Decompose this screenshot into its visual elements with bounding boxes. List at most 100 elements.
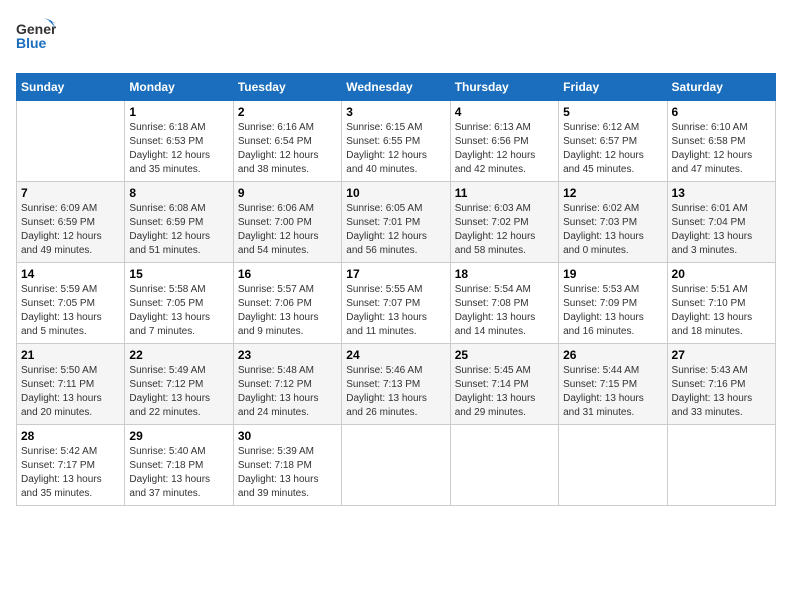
calendar-cell: 4 Sunrise: 6:13 AM Sunset: 6:56 PM Daylig… bbox=[450, 101, 558, 182]
header-day: Sunday bbox=[17, 74, 125, 101]
day-number: 24 bbox=[346, 348, 445, 362]
calendar-week-row: 1 Sunrise: 6:18 AM Sunset: 6:53 PM Daylig… bbox=[17, 101, 776, 182]
day-info: Sunrise: 6:10 AM Sunset: 6:58 PM Dayligh… bbox=[672, 121, 771, 177]
day-number: 28 bbox=[21, 429, 120, 443]
day-info: Sunrise: 6:02 AM Sunset: 7:03 PM Dayligh… bbox=[563, 202, 662, 258]
calendar-cell: 29 Sunrise: 5:40 AM Sunset: 7:18 PM Dayli… bbox=[125, 425, 233, 506]
day-number: 29 bbox=[129, 429, 228, 443]
day-number: 8 bbox=[129, 186, 228, 200]
calendar-cell bbox=[559, 425, 667, 506]
page-header: General Blue bbox=[16, 16, 776, 61]
calendar-cell: 5Sunrise: 6:12 AM Sunset: 6:57 PM Daylig… bbox=[559, 101, 667, 182]
calendar-cell: 22Sunrise: 5:49 AM Sunset: 7:12 PM Dayli… bbox=[125, 344, 233, 425]
day-info: Sunrise: 5:48 AM Sunset: 7:12 PM Dayligh… bbox=[238, 364, 337, 420]
day-number: 4 bbox=[455, 105, 554, 119]
calendar-cell: 11 Sunrise: 6:03 AM Sunset: 7:02 PM Dayli… bbox=[450, 182, 558, 263]
calendar-cell: 16 Sunrise: 5:57 AM Sunset: 7:06 PM Dayli… bbox=[233, 263, 341, 344]
calendar-cell: 3Sunrise: 6:15 AM Sunset: 6:55 PM Daylig… bbox=[342, 101, 450, 182]
day-info: Sunrise: 6:01 AM Sunset: 7:04 PM Dayligh… bbox=[672, 202, 771, 258]
day-number: 3 bbox=[346, 105, 445, 119]
day-number: 1 bbox=[129, 105, 228, 119]
day-info: Sunrise: 5:57 AM Sunset: 7:06 PM Dayligh… bbox=[238, 283, 337, 339]
day-info: Sunrise: 5:42 AM Sunset: 7:17 PM Dayligh… bbox=[21, 445, 120, 501]
day-number: 11 bbox=[455, 186, 554, 200]
calendar-cell: 17 Sunrise: 5:55 AM Sunset: 7:07 PM Dayli… bbox=[342, 263, 450, 344]
calendar-cell: 2Sunrise: 6:16 AM Sunset: 6:54 PM Daylig… bbox=[233, 101, 341, 182]
calendar-cell: 13 Sunrise: 6:01 AM Sunset: 7:04 PM Dayli… bbox=[667, 182, 775, 263]
day-info: Sunrise: 5:50 AM Sunset: 7:11 PM Dayligh… bbox=[21, 364, 120, 420]
day-info: Sunrise: 5:43 AM Sunset: 7:16 PM Dayligh… bbox=[672, 364, 771, 420]
calendar-cell: 14 Sunrise: 5:59 AM Sunset: 7:05 PM Dayli… bbox=[17, 263, 125, 344]
calendar-cell: 9Sunrise: 6:06 AM Sunset: 7:00 PM Daylig… bbox=[233, 182, 341, 263]
day-info: Sunrise: 5:58 AM Sunset: 7:05 PM Dayligh… bbox=[129, 283, 228, 339]
day-number: 14 bbox=[21, 267, 120, 281]
day-number: 15 bbox=[129, 267, 228, 281]
calendar-cell: 19 Sunrise: 5:53 AM Sunset: 7:09 PM Dayli… bbox=[559, 263, 667, 344]
header-day: Saturday bbox=[667, 74, 775, 101]
calendar-cell: 25 Sunrise: 5:45 AM Sunset: 7:14 PM Dayli… bbox=[450, 344, 558, 425]
svg-text:Blue: Blue bbox=[16, 35, 47, 51]
calendar-cell: 20Sunrise: 5:51 AM Sunset: 7:10 PM Dayli… bbox=[667, 263, 775, 344]
day-info: Sunrise: 6:18 AM Sunset: 6:53 PM Dayligh… bbox=[129, 121, 228, 177]
day-info: Sunrise: 5:45 AM Sunset: 7:14 PM Dayligh… bbox=[455, 364, 554, 420]
calendar-cell: 8 Sunrise: 6:08 AM Sunset: 6:59 PM Daylig… bbox=[125, 182, 233, 263]
day-info: Sunrise: 5:49 AM Sunset: 7:12 PM Dayligh… bbox=[129, 364, 228, 420]
calendar-cell: 7Sunrise: 6:09 AM Sunset: 6:59 PM Daylig… bbox=[17, 182, 125, 263]
calendar-cell: 1 Sunrise: 6:18 AM Sunset: 6:53 PM Daylig… bbox=[125, 101, 233, 182]
logo-icon: General Blue bbox=[16, 16, 56, 61]
day-number: 27 bbox=[672, 348, 771, 362]
calendar-cell: 12 Sunrise: 6:02 AM Sunset: 7:03 PM Dayli… bbox=[559, 182, 667, 263]
day-info: Sunrise: 5:44 AM Sunset: 7:15 PM Dayligh… bbox=[563, 364, 662, 420]
day-info: Sunrise: 5:54 AM Sunset: 7:08 PM Dayligh… bbox=[455, 283, 554, 339]
header-row: SundayMondayTuesdayWednesdayThursdayFrid… bbox=[17, 74, 776, 101]
header-day: Wednesday bbox=[342, 74, 450, 101]
day-info: Sunrise: 6:06 AM Sunset: 7:00 PM Dayligh… bbox=[238, 202, 337, 258]
day-number: 6 bbox=[672, 105, 771, 119]
day-info: Sunrise: 6:08 AM Sunset: 6:59 PM Dayligh… bbox=[129, 202, 228, 258]
day-info: Sunrise: 5:40 AM Sunset: 7:18 PM Dayligh… bbox=[129, 445, 228, 501]
day-number: 7 bbox=[21, 186, 120, 200]
day-info: Sunrise: 6:13 AM Sunset: 6:56 PM Dayligh… bbox=[455, 121, 554, 177]
day-info: Sunrise: 6:05 AM Sunset: 7:01 PM Dayligh… bbox=[346, 202, 445, 258]
calendar-cell: 10 Sunrise: 6:05 AM Sunset: 7:01 PM Dayli… bbox=[342, 182, 450, 263]
day-info: Sunrise: 5:39 AM Sunset: 7:18 PM Dayligh… bbox=[238, 445, 337, 501]
day-number: 12 bbox=[563, 186, 662, 200]
header-day: Friday bbox=[559, 74, 667, 101]
calendar-week-row: 28 Sunrise: 5:42 AM Sunset: 7:17 PM Dayli… bbox=[17, 425, 776, 506]
day-info: Sunrise: 5:59 AM Sunset: 7:05 PM Dayligh… bbox=[21, 283, 120, 339]
calendar-table: SundayMondayTuesdayWednesdayThursdayFrid… bbox=[16, 73, 776, 506]
header-day: Monday bbox=[125, 74, 233, 101]
calendar-week-row: 7Sunrise: 6:09 AM Sunset: 6:59 PM Daylig… bbox=[17, 182, 776, 263]
calendar-cell: 15 Sunrise: 5:58 AM Sunset: 7:05 PM Dayli… bbox=[125, 263, 233, 344]
day-number: 18 bbox=[455, 267, 554, 281]
calendar-cell bbox=[667, 425, 775, 506]
day-number: 5 bbox=[563, 105, 662, 119]
calendar-body: 1 Sunrise: 6:18 AM Sunset: 6:53 PM Daylig… bbox=[17, 101, 776, 506]
day-number: 20 bbox=[672, 267, 771, 281]
calendar-cell: 24 Sunrise: 5:46 AM Sunset: 7:13 PM Dayli… bbox=[342, 344, 450, 425]
day-info: Sunrise: 5:55 AM Sunset: 7:07 PM Dayligh… bbox=[346, 283, 445, 339]
calendar-cell: 28 Sunrise: 5:42 AM Sunset: 7:17 PM Dayli… bbox=[17, 425, 125, 506]
day-number: 2 bbox=[238, 105, 337, 119]
day-number: 19 bbox=[563, 267, 662, 281]
calendar-cell: 21Sunrise: 5:50 AM Sunset: 7:11 PM Dayli… bbox=[17, 344, 125, 425]
calendar-cell bbox=[342, 425, 450, 506]
day-number: 23 bbox=[238, 348, 337, 362]
calendar-cell: 30 Sunrise: 5:39 AM Sunset: 7:18 PM Dayli… bbox=[233, 425, 341, 506]
day-number: 26 bbox=[563, 348, 662, 362]
calendar-week-row: 14 Sunrise: 5:59 AM Sunset: 7:05 PM Dayli… bbox=[17, 263, 776, 344]
header-day: Thursday bbox=[450, 74, 558, 101]
day-number: 10 bbox=[346, 186, 445, 200]
day-number: 25 bbox=[455, 348, 554, 362]
day-number: 13 bbox=[672, 186, 771, 200]
day-number: 16 bbox=[238, 267, 337, 281]
calendar-week-row: 21Sunrise: 5:50 AM Sunset: 7:11 PM Dayli… bbox=[17, 344, 776, 425]
calendar-cell: 27 Sunrise: 5:43 AM Sunset: 7:16 PM Dayli… bbox=[667, 344, 775, 425]
calendar-cell: 23 Sunrise: 5:48 AM Sunset: 7:12 PM Dayli… bbox=[233, 344, 341, 425]
day-number: 30 bbox=[238, 429, 337, 443]
day-info: Sunrise: 5:53 AM Sunset: 7:09 PM Dayligh… bbox=[563, 283, 662, 339]
calendar-cell bbox=[17, 101, 125, 182]
day-info: Sunrise: 5:46 AM Sunset: 7:13 PM Dayligh… bbox=[346, 364, 445, 420]
day-number: 17 bbox=[346, 267, 445, 281]
day-info: Sunrise: 6:03 AM Sunset: 7:02 PM Dayligh… bbox=[455, 202, 554, 258]
